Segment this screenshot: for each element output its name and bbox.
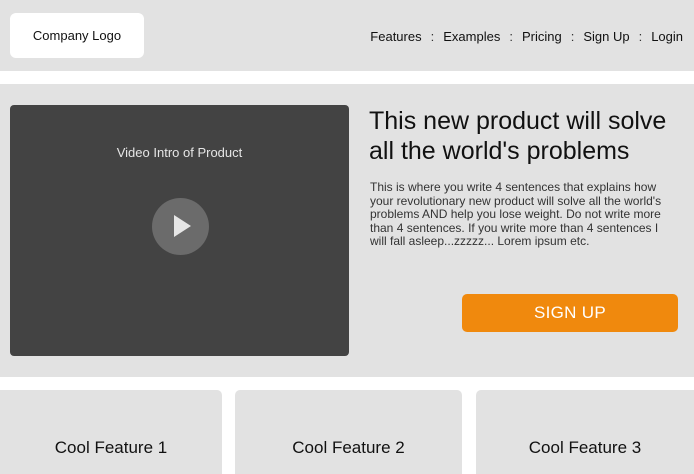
company-logo[interactable]: Company Logo [10,13,144,58]
feature-card-1[interactable]: Cool Feature 1 [0,390,222,474]
nav-separator: : [509,28,513,44]
sign-up-button[interactable]: SIGN UP [462,294,678,332]
feature-title: Cool Feature 3 [528,438,642,457]
nav-pricing[interactable]: Pricing [522,29,562,44]
nav-login[interactable]: Login [651,29,683,44]
nav-examples[interactable]: Examples [443,29,500,44]
top-nav: Features : Examples : Pricing : Sign Up … [370,26,683,46]
header: Company Logo Features : Examples : Prici… [0,0,694,71]
nav-separator: : [430,28,435,44]
nav-separator: : [638,28,643,44]
nav-separator: : [570,28,575,44]
nav-sign-up[interactable]: Sign Up [583,29,629,44]
feature-card-2[interactable]: Cool Feature 2 [235,390,462,474]
play-icon [174,215,191,237]
video-player[interactable]: Video Intro of Product [10,105,349,356]
video-caption: Video Intro of Product [116,145,243,160]
hero-headline: This new product will solve all the worl… [369,107,667,165]
play-button[interactable] [152,198,209,255]
feature-title: Cool Feature 1 [54,438,168,457]
hero-description: This is where you write 4 sentences that… [370,180,662,248]
feature-title: Cool Feature 2 [292,438,405,457]
nav-features[interactable]: Features [370,29,421,44]
hero-section: Video Intro of Product This new product … [0,84,694,377]
feature-card-3[interactable]: Cool Feature 3 [476,390,694,474]
